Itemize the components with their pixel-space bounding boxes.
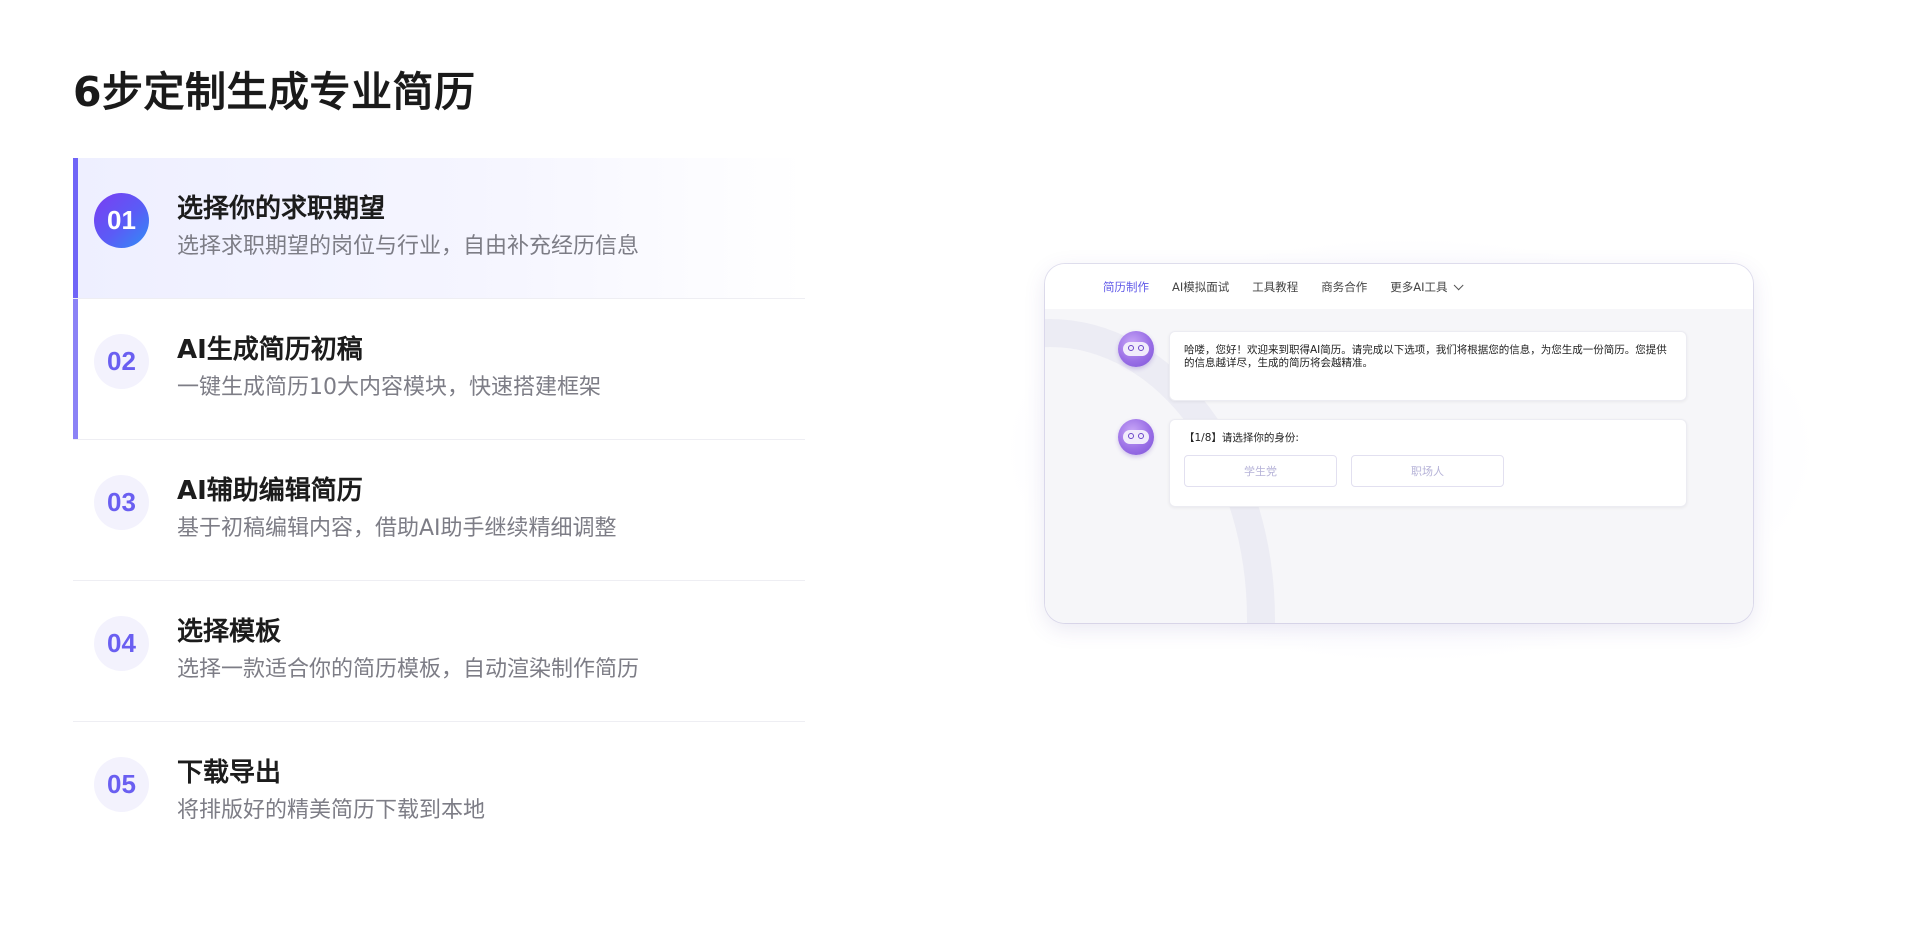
option-professional-button[interactable]: 职场人 — [1351, 455, 1504, 487]
chat-bubble: 哈喽，您好！欢迎来到职得AI简历。请完成以下选项，我们将根据您的信息，为您生成一… — [1169, 331, 1687, 401]
chat-message-text: 哈喽，您好！欢迎来到职得AI简历。请完成以下选项，我们将根据您的信息，为您生成一… — [1184, 344, 1667, 369]
step-description: 选择一款适合你的简历模板，自动渲染制作简历 — [177, 657, 640, 682]
chat-question-text: 【1/8】请选择你的身份: — [1184, 432, 1299, 444]
step-title: 选择你的求职期望 — [177, 194, 386, 224]
step-item-5[interactable]: 05 下载导出 将排版好的精美简历下载到本地 — [73, 722, 805, 863]
step-description: 基于初稿编辑内容，借助AI助手继续精细调整 — [177, 516, 617, 541]
step-description: 一键生成简历10大内容模块，快速搭建框架 — [177, 375, 601, 400]
nav-item-business[interactable]: 商务合作 — [1321, 279, 1367, 295]
nav-item-mock-interview[interactable]: AI模拟面试 — [1172, 279, 1229, 295]
step-item-1[interactable]: 01 选择你的求职期望 选择求职期望的岗位与行业，自由补充经历信息 — [73, 158, 805, 299]
chevron-down-icon — [1453, 279, 1464, 290]
step-number: 01 — [94, 193, 149, 248]
robot-avatar-icon — [1118, 419, 1154, 455]
nav-item-tutorials[interactable]: 工具教程 — [1252, 279, 1298, 295]
step-progress-bar — [73, 299, 78, 439]
step-number: 04 — [94, 616, 149, 671]
chat-bubble: 【1/8】请选择你的身份: 学生党 职场人 — [1169, 419, 1687, 507]
step-title: 下载导出 — [177, 758, 282, 788]
step-item-4[interactable]: 04 选择模板 选择一款适合你的简历模板，自动渲染制作简历 — [73, 581, 805, 722]
chat-message: 哈喽，您好！欢迎来到职得AI简历。请完成以下选项，我们将根据您的信息，为您生成一… — [1118, 331, 1687, 401]
step-title: AI生成简历初稿 — [177, 335, 363, 365]
chat-message: 【1/8】请选择你的身份: 学生党 职场人 — [1118, 419, 1687, 507]
option-student-button[interactable]: 学生党 — [1184, 455, 1337, 487]
nav-item-resume[interactable]: 简历制作 — [1103, 279, 1149, 295]
step-item-3[interactable]: 03 AI辅助编辑简历 基于初稿编辑内容，借助AI助手继续精细调整 — [73, 440, 805, 581]
step-number: 05 — [94, 757, 149, 812]
page-title: 6步定制生成专业简历 — [73, 68, 476, 116]
steps-list: 01 选择你的求职期望 选择求职期望的岗位与行业，自由补充经历信息 02 AI生… — [73, 158, 805, 863]
step-title: AI辅助编辑简历 — [177, 476, 363, 506]
preview-nav-bar: 简历制作 AI模拟面试 工具教程 商务合作 更多AI工具 — [1045, 264, 1753, 309]
step-number: 02 — [94, 334, 149, 389]
step-description: 选择求职期望的岗位与行业，自由补充经历信息 — [177, 234, 640, 259]
step-active-bar — [73, 158, 78, 298]
app-preview-window: 简历制作 AI模拟面试 工具教程 商务合作 更多AI工具 哈喽，您好！欢迎来到职… — [1045, 264, 1753, 623]
nav-item-more-tools-label: 更多AI工具 — [1390, 279, 1448, 294]
nav-item-more-tools[interactable]: 更多AI工具 — [1390, 279, 1464, 295]
chat-area: 哈喽，您好！欢迎来到职得AI简历。请完成以下选项，我们将根据您的信息，为您生成一… — [1045, 309, 1753, 623]
step-title: 选择模板 — [177, 617, 282, 647]
step-number: 03 — [94, 475, 149, 530]
step-item-2[interactable]: 02 AI生成简历初稿 一键生成简历10大内容模块，快速搭建框架 — [73, 299, 805, 440]
step-description: 将排版好的精美简历下载到本地 — [177, 798, 486, 823]
robot-avatar-icon — [1118, 331, 1154, 367]
